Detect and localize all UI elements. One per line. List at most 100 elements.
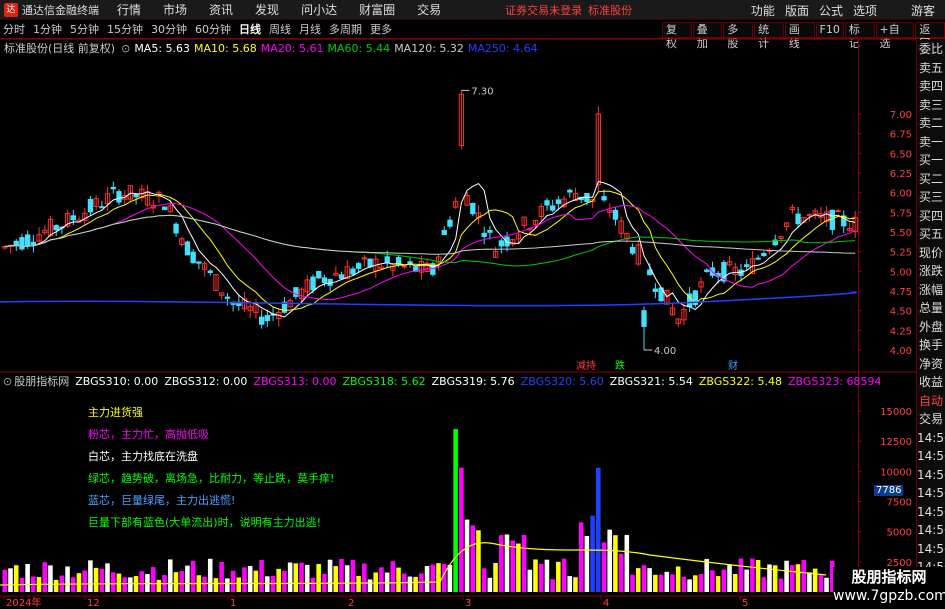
candle-body xyxy=(264,315,271,322)
volume-bar xyxy=(487,577,493,592)
tool-button-8[interactable]: 返回 xyxy=(915,22,945,50)
param-label-1: ZBGS312: 0.00 xyxy=(164,374,248,388)
volume-bar xyxy=(225,578,230,592)
candle-body xyxy=(407,261,413,264)
candle-body xyxy=(567,189,573,193)
sub-settings-icon[interactable]: ⊙ xyxy=(3,375,12,388)
volume-bar xyxy=(670,574,675,592)
volume-bar xyxy=(128,577,133,592)
sidebar-item-0[interactable]: 委比 xyxy=(917,40,945,59)
candle-body xyxy=(258,316,265,325)
volume-bar xyxy=(658,574,664,592)
sidebar-item-7[interactable]: 买二 xyxy=(917,170,945,189)
param-label-5: ZBGS320: 5.60 xyxy=(520,374,604,388)
volume-bar xyxy=(105,563,110,592)
volume-bar xyxy=(538,563,544,592)
candle-body xyxy=(87,198,94,213)
sidebar-item-26[interactable]: 14:56 xyxy=(917,521,945,540)
sidebar-item-3[interactable]: 卖三 xyxy=(917,96,945,115)
event-marker-2[interactable]: 财 xyxy=(728,359,738,372)
candle-body xyxy=(555,199,562,204)
sidebar-item-11[interactable]: 现价 xyxy=(917,244,945,263)
event-marker-0[interactable]: 减持 xyxy=(576,359,596,372)
sidebar-item-12[interactable]: 涨跌 xyxy=(917,262,945,281)
sidebar-item-10[interactable]: 买五 xyxy=(917,225,945,244)
legend-line-1: 粉芯，主力忙，高抛低吸 xyxy=(88,428,209,441)
candle-body xyxy=(795,213,801,225)
sidebar-item-4[interactable]: 卖二 xyxy=(917,114,945,133)
sidebar-item-24[interactable]: 14:56 xyxy=(917,484,945,503)
volume-bar xyxy=(265,576,270,592)
volume-bar xyxy=(755,560,761,592)
volume-bar xyxy=(293,563,299,592)
candle-body xyxy=(184,241,191,256)
sub-y-label-2: 10000 xyxy=(880,467,912,478)
candle-body xyxy=(70,215,77,221)
sidebar-item-13[interactable]: 涨幅 xyxy=(917,281,945,300)
y-tick-label-8: 5.00 xyxy=(890,267,912,278)
volume-bar xyxy=(230,570,236,592)
sidebar-item-18[interactable]: 收益 xyxy=(917,373,945,392)
param-label-0: ZBGS310: 0.00 xyxy=(75,374,159,388)
volume-bar xyxy=(675,566,681,592)
candle-body xyxy=(641,310,647,327)
candle-body xyxy=(544,200,550,206)
sidebar-item-6[interactable]: 买一 xyxy=(917,151,945,170)
volume-bar xyxy=(179,571,184,592)
volume-bar xyxy=(82,570,87,592)
date-label-3: 2 xyxy=(348,598,354,609)
sidebar-item-2[interactable]: 卖四 xyxy=(917,77,945,96)
candle-body xyxy=(487,229,493,233)
date-label-6: 5 xyxy=(742,598,748,609)
right-sidebar: 委比 卖五 卖四 卖三 卖二 卖一 买一 买二 买三 买四 买五 现价 涨跌 涨幅 总量 外盘 换手 净资 收益 自动… xyxy=(916,40,945,609)
sidebar-item-8[interactable]: 买三 xyxy=(917,188,945,207)
volume-bar xyxy=(13,565,19,592)
volume-bar xyxy=(607,529,612,592)
sidebar-item-15[interactable]: 外盘 xyxy=(917,318,945,337)
sidebar-item-23[interactable]: 14:56 xyxy=(917,466,945,485)
sidebar-item-20[interactable]: 交易 xyxy=(917,410,945,429)
legend-line-2: 白芯，主力找底在洗盘 xyxy=(88,450,198,463)
volume-bar xyxy=(70,577,76,592)
candle-body xyxy=(755,257,761,260)
candle-body xyxy=(761,252,767,257)
sidebar-item-25[interactable]: 14:56 xyxy=(917,503,945,522)
y-tick-label-10: 4.50 xyxy=(890,307,912,318)
param-label-4: ZBGS319: 5.76 xyxy=(431,374,515,388)
sidebar-item-27[interactable]: 14:56 xyxy=(917,540,945,559)
volume-bar xyxy=(356,575,361,592)
event-marker-1[interactable]: 跌 xyxy=(615,359,625,372)
volume-bar xyxy=(761,577,767,592)
param-label-6: ZBGS321: 5.54 xyxy=(609,374,693,388)
volume-bar xyxy=(550,579,555,592)
y-tick-label-0: 7.00 xyxy=(890,110,912,121)
volume-bar xyxy=(481,568,487,592)
volume-bar xyxy=(344,565,350,592)
sidebar-item-9[interactable]: 买四 xyxy=(917,207,945,226)
volume-bar xyxy=(236,577,242,592)
sidebar-item-5[interactable]: 卖一 xyxy=(917,133,945,152)
sidebar-item-17[interactable]: 净资 xyxy=(917,355,945,374)
candle-body xyxy=(321,277,328,284)
y-tick-label-7: 5.25 xyxy=(890,248,912,259)
sidebar-item-16[interactable]: 换手 xyxy=(917,336,945,355)
candle-body xyxy=(384,256,390,264)
volume-bar xyxy=(715,576,721,592)
sidebar-item-1[interactable]: 卖五 xyxy=(917,59,945,78)
volume-bar xyxy=(504,534,510,592)
candle-body xyxy=(601,196,607,201)
volume-bar xyxy=(8,568,13,592)
volume-bar xyxy=(139,571,145,592)
volume-bar xyxy=(116,573,122,592)
volume-bar xyxy=(544,559,550,592)
sidebar-item-14[interactable]: 总量 xyxy=(917,299,945,318)
legend-line-0: 主力进货强 xyxy=(88,406,143,419)
candle-body xyxy=(652,288,659,292)
sidebar-item-21[interactable]: 14:56 xyxy=(917,429,945,448)
volume-bar xyxy=(436,563,441,592)
candle-body xyxy=(704,269,710,272)
watermark-title: 股朋指标网 xyxy=(851,568,927,586)
sidebar-item-19[interactable]: 自动 xyxy=(917,392,945,411)
volume-bar xyxy=(664,571,670,592)
sidebar-item-22[interactable]: 14:56 xyxy=(917,447,945,466)
